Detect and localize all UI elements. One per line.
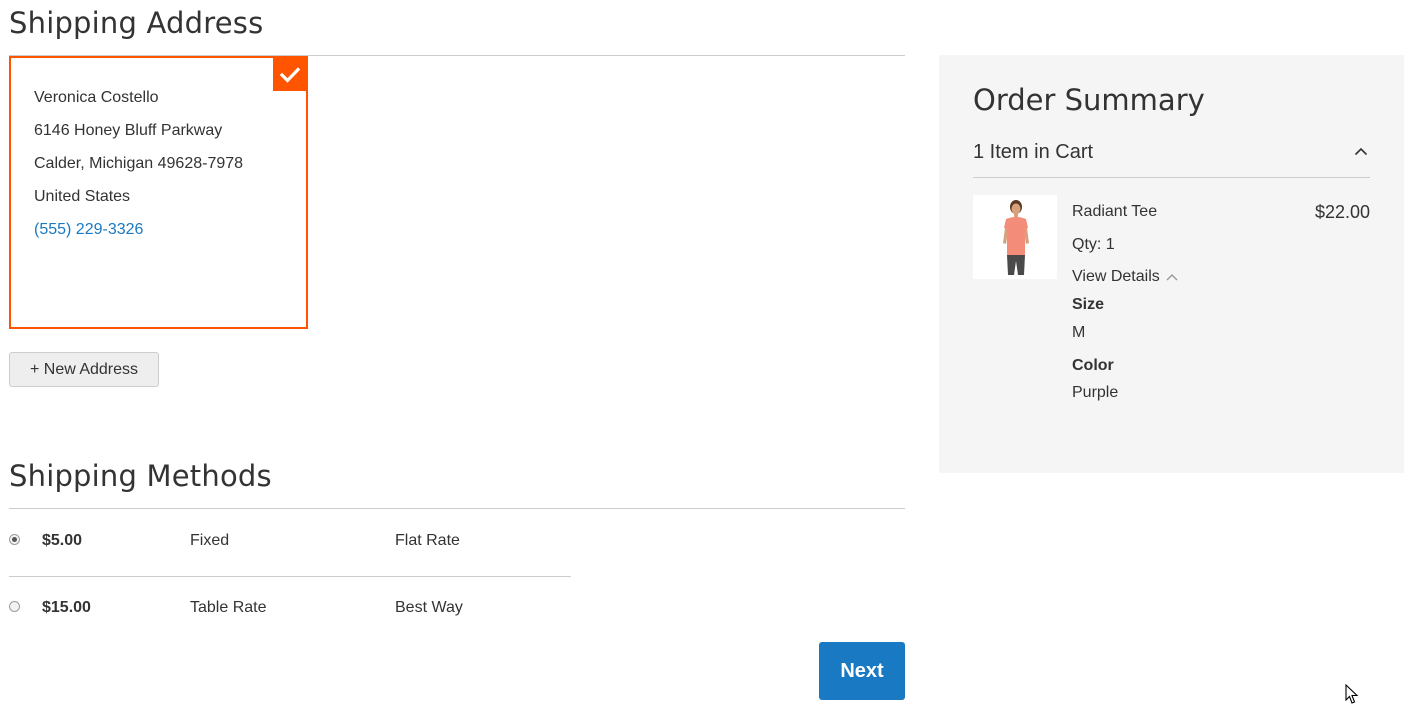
- view-details-toggle[interactable]: View Details: [1072, 268, 1178, 286]
- shipping-method-radio[interactable]: [9, 534, 20, 545]
- address-city-line: Calder, Michigan 49628-7978: [34, 155, 244, 172]
- chevron-up-icon[interactable]: [1354, 143, 1368, 161]
- shipping-carrier-name: Best Way: [395, 599, 463, 616]
- option-label-size: Size: [1072, 296, 1105, 313]
- address-name: Veronica Costello: [34, 89, 159, 106]
- shipping-method-name: Fixed: [190, 532, 230, 549]
- address-street: 6146 Honey Bluff Parkway: [34, 122, 223, 139]
- product-price: $22.00: [1314, 202, 1370, 222]
- view-details-label: View Details: [1072, 268, 1160, 285]
- mouse-pointer-icon: [1345, 683, 1359, 710]
- shipping-carrier-name: Flat Rate: [395, 532, 460, 549]
- selected-address-card[interactable]: Veronica Costello 6146 Honey Bluff Parkw…: [9, 56, 308, 329]
- shipping-method-radio[interactable]: [9, 601, 20, 612]
- address-country: United States: [34, 188, 131, 205]
- shipping-methods-title: Shipping Methods: [9, 459, 272, 493]
- chevron-up-icon: [1166, 268, 1178, 286]
- product-thumbnail: [973, 195, 1057, 279]
- shipping-method-price: $15.00: [42, 599, 91, 616]
- shipping-method-row[interactable]: $5.00 Fixed Flat Rate: [9, 509, 571, 577]
- cart-items-toggle[interactable]: 1 Item in Cart: [973, 135, 1370, 178]
- product-qty: Qty: 1: [1072, 236, 1115, 253]
- order-summary-panel: Order Summary 1 Item in Cart Radiant Tee…: [939, 55, 1404, 473]
- order-summary-title: Order Summary: [973, 83, 1205, 117]
- shipping-method-name: Table Rate: [190, 599, 267, 616]
- cart-item-count: 1 Item in Cart: [973, 141, 1094, 163]
- shipping-address-title: Shipping Address: [9, 6, 264, 40]
- checkmark-icon: [273, 58, 306, 91]
- option-value-size: M: [1072, 324, 1086, 341]
- address-phone-link[interactable]: (555) 229-3326: [34, 221, 143, 239]
- option-label-color: Color: [1072, 357, 1114, 374]
- shipping-method-price: $5.00: [42, 532, 83, 549]
- option-value-color: Purple: [1072, 384, 1119, 401]
- product-name: Radiant Tee: [1072, 203, 1158, 220]
- shipping-method-row[interactable]: $15.00 Table Rate Best Way: [9, 576, 571, 643]
- next-button[interactable]: Next: [819, 642, 905, 700]
- new-address-button[interactable]: + New Address: [9, 352, 159, 387]
